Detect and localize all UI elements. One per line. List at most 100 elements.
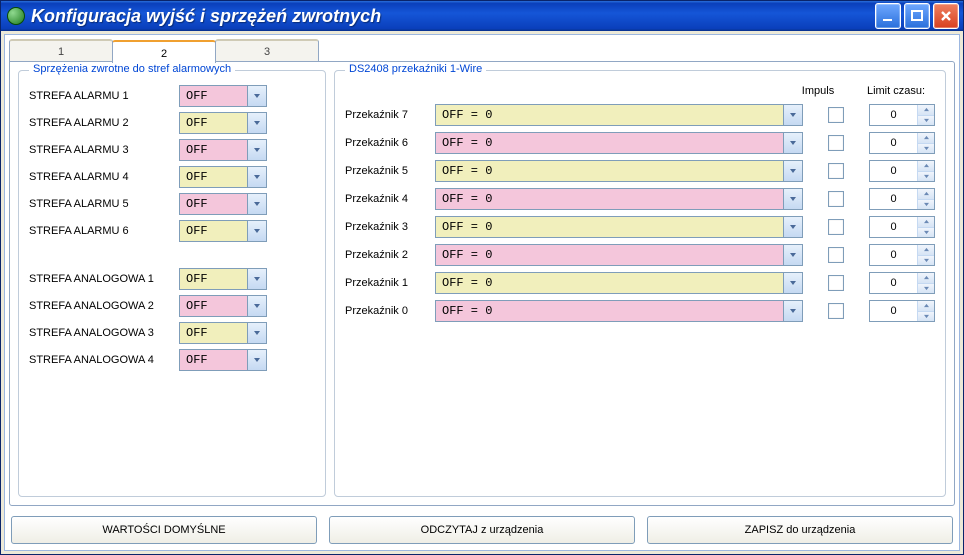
close-button[interactable] [933, 3, 959, 29]
alarm-combo-0[interactable]: OFF [179, 85, 267, 107]
impuls-cell [813, 247, 859, 263]
limit-spinner-7[interactable]: 0 [869, 300, 935, 322]
spin-up-icon[interactable] [918, 245, 934, 256]
limit-spinner-2[interactable]: 0 [869, 160, 935, 182]
spinner-arrows [917, 161, 934, 181]
limit-spinner-0[interactable]: 0 [869, 104, 935, 126]
spin-down-icon[interactable] [918, 312, 934, 322]
relay-label: Przekaźnik 2 [345, 249, 425, 261]
chevron-down-icon [247, 194, 266, 214]
spin-up-icon[interactable] [918, 217, 934, 228]
window: Konfiguracja wyjść i sprzężeń zwrotnych … [0, 0, 964, 555]
minimize-button[interactable] [875, 3, 901, 29]
tab-1[interactable]: 1 [9, 39, 113, 63]
limit-value: 0 [870, 301, 917, 321]
chevron-down-icon [783, 105, 802, 125]
spinner-arrows [917, 189, 934, 209]
relay-combo-6[interactable]: OFF = 0 [435, 272, 803, 294]
spin-down-icon[interactable] [918, 256, 934, 266]
analog-combo-2[interactable]: OFF [179, 322, 267, 344]
limit-spinner-5[interactable]: 0 [869, 244, 935, 266]
relay-combo-3-value: OFF = 0 [436, 189, 783, 209]
limit-spinner-1[interactable]: 0 [869, 132, 935, 154]
spinner-arrows [917, 273, 934, 293]
maximize-button[interactable] [904, 3, 930, 29]
alarm-row: STREFA ALARMU 3OFF [29, 138, 315, 162]
relays-legend: DS2408 przekaźniki 1-Wire [345, 63, 486, 75]
tab-2[interactable]: 2 [112, 40, 216, 65]
chevron-down-icon [783, 161, 802, 181]
impuls-checkbox-3[interactable] [828, 191, 844, 207]
spin-down-icon[interactable] [918, 116, 934, 126]
alarm-row: STREFA ALARMU 6OFF [29, 219, 315, 243]
titlebar: Konfiguracja wyjść i sprzężeń zwrotnych [1, 1, 963, 31]
impuls-checkbox-2[interactable] [828, 163, 844, 179]
spin-up-icon[interactable] [918, 133, 934, 144]
analog-combo-1[interactable]: OFF [179, 295, 267, 317]
alarm-combo-2[interactable]: OFF [179, 139, 267, 161]
relay-combo-1[interactable]: OFF = 0 [435, 132, 803, 154]
alarm-combo-5[interactable]: OFF [179, 220, 267, 242]
spin-down-icon[interactable] [918, 228, 934, 238]
header-impuls: Impuls [795, 85, 841, 97]
alarm-label: STREFA ALARMU 6 [29, 225, 179, 237]
relay-row: Przekaźnik 3OFF = 00 [345, 215, 935, 239]
alarm-combo-1[interactable]: OFF [179, 112, 267, 134]
analog-label: STREFA ANALOGOWA 1 [29, 273, 179, 285]
analog-combo-3[interactable]: OFF [179, 349, 267, 371]
spin-up-icon[interactable] [918, 273, 934, 284]
header-limit: Limit czasu: [863, 85, 929, 97]
relay-label: Przekaźnik 6 [345, 137, 425, 149]
impuls-checkbox-1[interactable] [828, 135, 844, 151]
relay-row: Przekaźnik 5OFF = 00 [345, 159, 935, 183]
relay-combo-7[interactable]: OFF = 0 [435, 300, 803, 322]
relay-combo-2[interactable]: OFF = 0 [435, 160, 803, 182]
limit-spinner-6[interactable]: 0 [869, 272, 935, 294]
spin-down-icon[interactable] [918, 284, 934, 294]
relay-combo-3[interactable]: OFF = 0 [435, 188, 803, 210]
relay-combo-5[interactable]: OFF = 0 [435, 244, 803, 266]
alarm-combo-4-value: OFF [180, 194, 247, 214]
relay-combo-1-value: OFF = 0 [436, 133, 783, 153]
spin-down-icon[interactable] [918, 144, 934, 154]
alarm-label: STREFA ALARMU 5 [29, 198, 179, 210]
defaults-button[interactable]: WARTOŚCI DOMYŚLNE [11, 516, 317, 544]
alarm-combo-2-value: OFF [180, 140, 247, 160]
impuls-checkbox-7[interactable] [828, 303, 844, 319]
spinner-arrows [917, 105, 934, 125]
chevron-down-icon [783, 273, 802, 293]
alarm-combo-3[interactable]: OFF [179, 166, 267, 188]
write-button[interactable]: ZAPISZ do urządzenia [647, 516, 953, 544]
chevron-down-icon [247, 269, 266, 289]
relay-combo-4[interactable]: OFF = 0 [435, 216, 803, 238]
impuls-checkbox-4[interactable] [828, 219, 844, 235]
spin-up-icon[interactable] [918, 189, 934, 200]
relay-row: Przekaźnik 6 OFF = 0 0 [345, 131, 935, 155]
spin-up-icon[interactable] [918, 105, 934, 116]
chevron-down-icon [247, 221, 266, 241]
limit-spinner-3[interactable]: 0 [869, 188, 935, 210]
tab-3[interactable]: 3 [215, 39, 319, 63]
limit-value: 0 [870, 105, 917, 125]
chevron-down-icon [783, 217, 802, 237]
relay-combo-4-value: OFF = 0 [436, 217, 783, 237]
chevron-down-icon [247, 350, 266, 370]
spin-down-icon[interactable] [918, 172, 934, 182]
alarm-label: STREFA ALARMU 3 [29, 144, 179, 156]
limit-spinner-4[interactable]: 0 [869, 216, 935, 238]
relay-combo-0[interactable]: OFF = 0 [435, 104, 803, 126]
read-button[interactable]: ODCZYTAJ z urządzenia [329, 516, 635, 544]
impuls-checkbox-5[interactable] [828, 247, 844, 263]
panels: Sprzężenia zwrotne do stref alarmowych S… [18, 70, 946, 497]
spin-up-icon[interactable] [918, 161, 934, 172]
analog-combo-0[interactable]: OFF [179, 268, 267, 290]
impuls-checkbox-6[interactable] [828, 275, 844, 291]
relay-row: Przekaźnik 2 OFF = 0 0 [345, 243, 935, 267]
impuls-cell [813, 219, 859, 235]
limit-value: 0 [870, 189, 917, 209]
alarm-combo-3-value: OFF [180, 167, 247, 187]
alarm-combo-4[interactable]: OFF [179, 193, 267, 215]
spin-down-icon[interactable] [918, 200, 934, 210]
spin-up-icon[interactable] [918, 301, 934, 312]
impuls-checkbox-0[interactable] [828, 107, 844, 123]
